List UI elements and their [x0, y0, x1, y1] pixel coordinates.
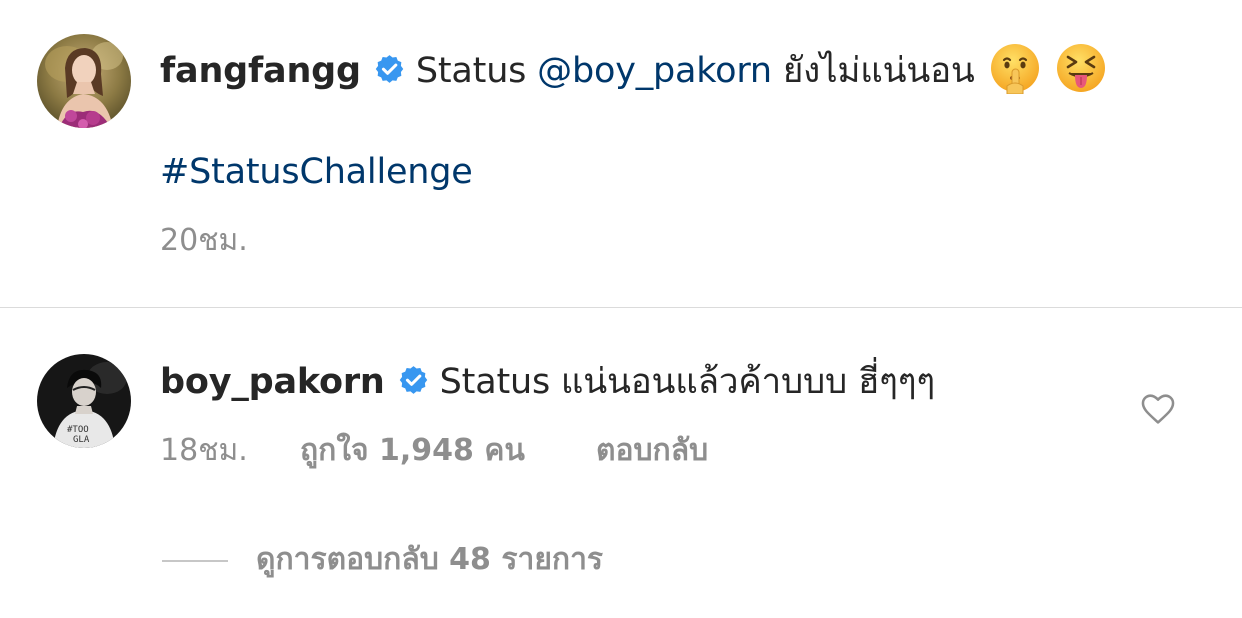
caption-text: Status: [415, 51, 527, 91]
replies-divider-line: [162, 560, 228, 562]
comment-likes-count[interactable]: ถูกใจ 1,948 คน: [300, 432, 525, 470]
comment-timestamp: 18ชม.: [160, 433, 248, 468]
mention-link[interactable]: @boy_pakorn: [537, 51, 772, 91]
comment-body: boy_pakorn Status แน่นอนแล้วค้าบบบ ฮี่ๆๆ…: [160, 360, 935, 404]
post-caption: fangfangg Status @boy_pakorn ยังไม่แน่นอ…: [160, 42, 1107, 94]
shushing-face-emoji: [989, 42, 1041, 94]
view-replies-button[interactable]: ดูการตอบกลับ 48 รายการ: [256, 541, 603, 579]
like-heart-icon[interactable]: [1139, 390, 1177, 428]
verified-badge-icon: [399, 366, 427, 394]
svg-text:#TOO: #TOO: [67, 425, 89, 435]
avatar-boy-pakorn[interactable]: #TOO GLA: [37, 354, 131, 448]
post-username[interactable]: fangfangg: [160, 51, 361, 91]
caption-rest: ยังไม่แน่นอน: [782, 51, 975, 91]
comment-username[interactable]: boy_pakorn: [160, 362, 385, 402]
divider: [0, 307, 1242, 308]
hashtag-link[interactable]: #StatusChallenge: [160, 150, 473, 194]
post-timestamp: 20ชม.: [160, 223, 248, 258]
comment-text: Status แน่นอนแล้วค้าบบบ ฮี่ๆๆๆ: [439, 362, 935, 402]
avatar-fangfangg[interactable]: [37, 34, 131, 128]
squinting-tongue-face-emoji: [1055, 42, 1107, 94]
verified-badge-icon: [375, 55, 404, 83]
svg-text:GLA: GLA: [73, 435, 90, 445]
reply-button[interactable]: ตอบกลับ: [596, 432, 708, 470]
